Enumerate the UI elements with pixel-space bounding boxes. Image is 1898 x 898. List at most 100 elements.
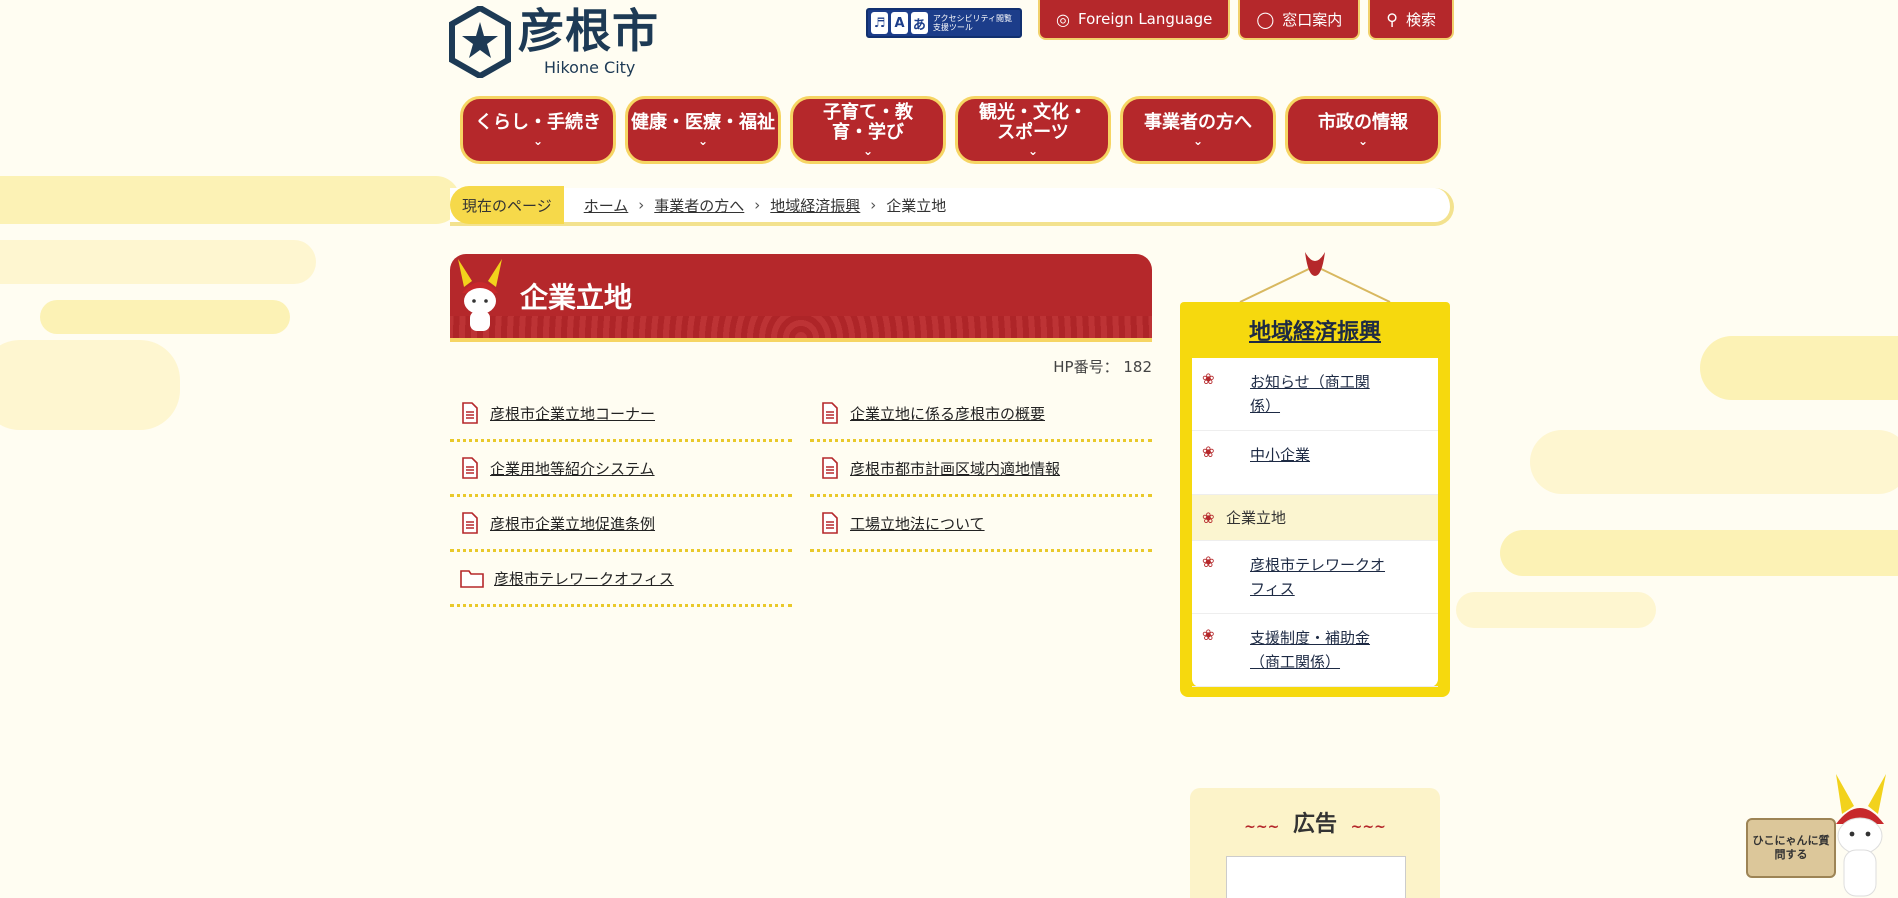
side-nav: 地域経済振興 ❀ お知らせ（商工関係） ❀ 中小企業 ❀ 企業立地 ❀ 彦根市テ… — [1180, 246, 1450, 697]
logo-subtitle: Hikone City — [544, 58, 636, 77]
side-hanger — [1180, 246, 1450, 303]
nav-label: 市政の情報 — [1318, 112, 1408, 133]
flower-bullet-icon: ❀ — [1202, 626, 1215, 644]
chevron-right-icon: › — [870, 196, 877, 214]
link-land-system[interactable]: 企業用地等紹介システム — [490, 458, 655, 479]
foreign-language-button[interactable]: ◎ Foreign Language — [1038, 0, 1231, 40]
side-item-sme: ❀ 中小企業 — [1192, 431, 1438, 495]
chevron-down-icon: ⌄ — [1357, 134, 1369, 148]
hp-number: HP番号： 182 — [1053, 358, 1152, 376]
nav-label: 事業者の方へ — [1144, 112, 1252, 133]
font-size-icon: A — [891, 12, 908, 34]
document-icon — [822, 512, 838, 534]
nav-item-tourism[interactable]: 観光・文化・スポーツ ⌄ — [955, 96, 1111, 164]
counter-guide-label: 窓口案内 — [1282, 10, 1343, 29]
globe-icon: ◎ — [1056, 9, 1071, 29]
list-item: 企業立地に係る彦根市の概要 — [810, 387, 1152, 442]
side-title-link[interactable]: 地域経済振興 — [1180, 302, 1450, 358]
list-item: 彦根市テレワークオフィス — [450, 552, 792, 607]
breadcrumb: 現在のページ ホーム › 事業者の方へ › 地域経済振興 › 企業立地 — [450, 186, 1454, 226]
chevron-down-icon: ⌄ — [1192, 134, 1204, 148]
background-cloud — [0, 240, 316, 284]
site-logo[interactable]: 彦根市 Hikone City — [448, 6, 659, 78]
hiragana-icon: あ — [910, 12, 928, 34]
side-item-current: ❀ 企業立地 — [1192, 495, 1438, 541]
list-item: 彦根市都市計画区域内適地情報 — [810, 442, 1152, 497]
background-cloud — [1456, 592, 1656, 628]
side-item-subsidy: ❀ 支援制度・補助金（商工関係） — [1192, 614, 1438, 687]
breadcrumb-label: 現在のページ — [450, 186, 564, 224]
document-icon — [822, 457, 838, 479]
page-title: 企業立地 — [520, 281, 633, 314]
knot-icon — [1239, 252, 1391, 303]
chevron-right-icon: › — [754, 196, 761, 214]
list-item: 工場立地法について — [810, 497, 1152, 552]
list-item: 彦根市企業立地コーナー — [450, 387, 792, 442]
breadcrumb-link-business[interactable]: 事業者の方へ — [654, 195, 744, 216]
list-item: 企業用地等紹介システム — [450, 442, 792, 497]
chevron-down-icon: ⌄ — [532, 134, 544, 148]
global-nav: くらし・手続き ⌄ 健康・医療・福祉 ⌄ 子育て・教育・学び ⌄ 観光・文化・ス… — [460, 96, 1441, 164]
search-button[interactable]: ⚲ 検索 — [1368, 0, 1454, 40]
folder-icon — [460, 570, 484, 588]
logo-title: 彦根市 — [518, 4, 659, 58]
foreign-language-label: Foreign Language — [1078, 10, 1213, 28]
chevron-down-icon: ⌄ — [697, 134, 709, 148]
ad-title: 広告 — [1292, 812, 1337, 837]
link-telework-office[interactable]: 彦根市テレワークオフィス — [494, 568, 674, 589]
accessibility-label: アクセシビリティ閲覧支援ツール — [932, 14, 1013, 32]
nav-item-city-info[interactable]: 市政の情報 ⌄ — [1285, 96, 1441, 164]
breadcrumb-link-home[interactable]: ホーム — [584, 195, 629, 216]
nav-item-business[interactable]: 事業者の方へ ⌄ — [1120, 96, 1276, 164]
link-corporate-corner[interactable]: 彦根市企業立地コーナー — [490, 403, 655, 424]
side-item-news: ❀ お知らせ（商工関係） — [1192, 358, 1438, 431]
link-promotion-ordinance[interactable]: 彦根市企業立地促進条例 — [490, 513, 655, 534]
chevron-right-icon: › — [638, 196, 645, 214]
breadcrumb-link-economy[interactable]: 地域経済振興 — [770, 195, 860, 216]
ad-banner[interactable] — [1226, 856, 1406, 898]
page-title-bar: 企業立地 — [450, 254, 1152, 342]
nav-label: 子育て・教育・学び — [823, 102, 913, 143]
side-link-subsidy[interactable]: 支援制度・補助金（商工関係） — [1250, 626, 1390, 674]
background-cloud — [0, 176, 460, 224]
side-link-news[interactable]: お知らせ（商工関係） — [1250, 370, 1390, 418]
ornament-icon: ~~~ — [1350, 819, 1386, 835]
link-factory-location-law[interactable]: 工場立地法について — [850, 513, 985, 534]
ask-label: ひこにゃんに質問する — [1746, 818, 1836, 878]
hikonyan-mascot-icon — [1836, 774, 1886, 897]
speaker-icon: ♬ — [871, 12, 888, 34]
flower-bullet-icon: ❀ — [1202, 370, 1215, 388]
nav-label: 健康・医療・福祉 — [631, 112, 775, 133]
nav-label: 観光・文化・スポーツ — [979, 102, 1087, 143]
title-wave-pattern — [450, 316, 1152, 338]
background-cloud — [40, 300, 290, 334]
search-icon: ⚲ — [1386, 9, 1398, 29]
nav-item-health[interactable]: 健康・医療・福祉 ⌄ — [625, 96, 781, 164]
document-icon — [462, 402, 478, 424]
person-icon: ◯ — [1256, 9, 1275, 29]
side-current-label: 企業立地 — [1226, 509, 1287, 527]
accessibility-toolbar-button[interactable]: ♬ A あ アクセシビリティ閲覧支援ツール — [866, 8, 1023, 38]
hikonyan-mascot-icon — [458, 259, 502, 331]
nav-label: くらし・手続き — [475, 112, 601, 133]
nav-item-education[interactable]: 子育て・教育・学び ⌄ — [790, 96, 946, 164]
link-city-overview[interactable]: 企業立地に係る彦根市の概要 — [850, 403, 1045, 424]
nav-item-living[interactable]: くらし・手続き ⌄ — [460, 96, 616, 164]
document-icon — [462, 457, 478, 479]
breadcrumb-current: 企業立地 — [886, 196, 947, 215]
ask-hikonyan-widget[interactable]: ひこにゃんに質問する — [1740, 770, 1890, 898]
side-link-sme[interactable]: 中小企業 — [1250, 443, 1390, 467]
background-cloud — [0, 340, 180, 430]
search-label: 検索 — [1405, 10, 1436, 29]
chevron-down-icon: ⌄ — [862, 144, 874, 158]
side-link-telework[interactable]: 彦根市テレワークオフィス — [1250, 553, 1390, 601]
link-list: 彦根市企業立地コーナー 企業立地に係る彦根市の概要 企業用地等紹介システム 彦根… — [450, 387, 1152, 607]
list-item: 彦根市企業立地促進条例 — [450, 497, 792, 552]
background-cloud — [1500, 530, 1898, 576]
background-cloud — [1700, 336, 1898, 400]
counter-guide-button[interactable]: ◯ 窓口案内 — [1238, 0, 1361, 40]
ad-section: ~~~ 広告 ~~~ — [1190, 788, 1440, 898]
link-suitable-land-info[interactable]: 彦根市都市計画区域内適地情報 — [850, 458, 1060, 479]
site-header: 彦根市 Hikone City ♬ A あ アクセシビリティ閲覧支援ツール ◎ … — [448, 0, 1454, 90]
chevron-down-icon: ⌄ — [1027, 144, 1039, 158]
